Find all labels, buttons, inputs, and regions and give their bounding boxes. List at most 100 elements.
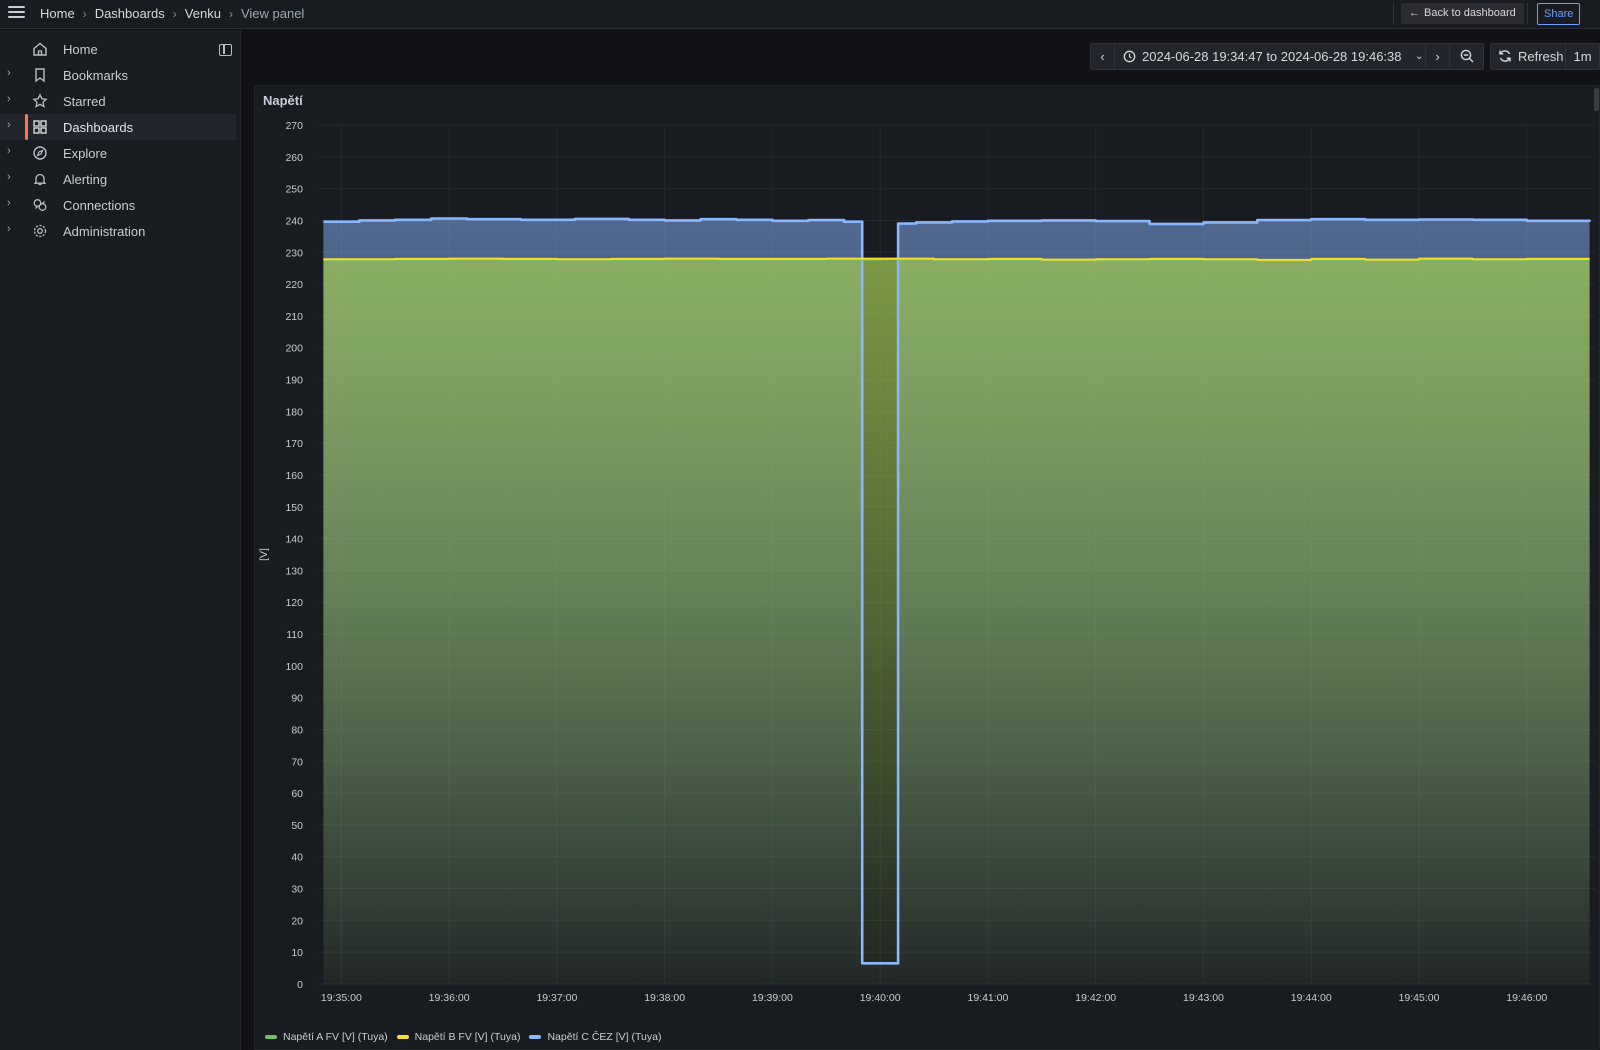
y-tick-label: 130 <box>285 565 303 577</box>
share-button[interactable]: Share <box>1537 3 1581 25</box>
x-tick-label: 19:43:00 <box>1183 992 1224 1004</box>
x-tick-label: 19:46:00 <box>1506 992 1547 1004</box>
y-tick-label: 50 <box>291 820 303 832</box>
menu-icon[interactable] <box>8 6 26 20</box>
back-to-dashboard-button[interactable]: ← Back to dashboard <box>1401 3 1524 24</box>
refresh-interval-dropdown[interactable]: 1m <box>1565 44 1599 69</box>
x-tick-label: 19:41:00 <box>967 992 1008 1004</box>
divider <box>1393 3 1394 25</box>
x-tick-label: 19:39:00 <box>752 992 793 1004</box>
series-line <box>323 257 1590 261</box>
y-tick-label: 210 <box>285 311 303 323</box>
y-tick-label: 110 <box>286 629 303 641</box>
chart-legend: Napětí A FV [V] (Tuya) Napětí B FV [V] (T… <box>265 1031 670 1043</box>
y-tick-label: 40 <box>291 852 303 864</box>
refresh-icon <box>1499 50 1511 62</box>
zoom-out-icon <box>1460 49 1473 63</box>
breadcrumb-venku[interactable]: Venku <box>185 6 221 21</box>
sidebar-item-label: Bookmarks <box>63 68 129 83</box>
sidebar-item-connections[interactable]: › Connections <box>0 192 236 218</box>
divider <box>1527 3 1528 25</box>
legend-label: Napětí B FV [V] (Tuya) <box>414 1031 521 1043</box>
y-tick-label: 100 <box>285 661 303 673</box>
x-tick-label: 19:37:00 <box>536 992 577 1004</box>
home-icon <box>33 42 47 56</box>
time-picker: ‹ 2024-06-28 19:34:47 to 2024-06-28 19:4… <box>1090 43 1484 70</box>
clock-icon <box>1123 50 1136 63</box>
y-tick-label: 90 <box>291 693 303 705</box>
y-tick-label: 220 <box>285 279 303 291</box>
breadcrumb-dashboards[interactable]: Dashboards <box>95 6 165 21</box>
sidebar-item-bookmarks[interactable]: › Bookmarks <box>0 62 236 88</box>
sidebar-item-label: Administration <box>63 224 146 239</box>
legend-swatch <box>396 1035 409 1039</box>
sidebar-item-alerting[interactable]: › Alerting <box>0 166 236 192</box>
sidebar-item-label: Starred <box>63 94 106 109</box>
chevron-right-icon: › <box>172 6 177 21</box>
sidebar-item-label: Explore <box>63 146 108 161</box>
chevron-right-icon: › <box>228 6 233 21</box>
panel: Napětí 270 260 250 240 230 220 210 200 190 180 170… <box>254 85 1600 1050</box>
gear-icon <box>33 224 47 238</box>
breadcrumb: Home › Dashboards › Venku › View panel <box>40 6 304 21</box>
sidebar-item-label: Connections <box>63 198 136 213</box>
y-tick-label: 230 <box>285 247 303 259</box>
y-tick-label: 250 <box>285 184 303 196</box>
zoom-out-button[interactable] <box>1449 44 1483 69</box>
series-area <box>323 258 1590 985</box>
x-tick-label: 19:40:00 <box>860 992 901 1004</box>
breadcrumb-home[interactable]: Home <box>40 6 75 21</box>
legend-item[interactable]: Napětí A FV [V] (Tuya) <box>265 1031 388 1043</box>
y-tick-label: 10 <box>291 947 303 959</box>
chevron-right-icon[interactable]: › <box>7 67 11 79</box>
sidebar-item-home[interactable]: Home <box>0 36 236 62</box>
dashboards-icon <box>33 120 47 134</box>
chevron-right-icon: › <box>82 6 87 21</box>
sidebar-item-starred[interactable]: › Starred <box>0 88 236 114</box>
x-tick-label: 19:36:00 <box>429 992 470 1004</box>
y-tick-label: 120 <box>285 597 303 609</box>
sidebar-item-label: Home <box>63 42 98 57</box>
y-tick-label: 160 <box>285 470 303 482</box>
y-tick-label: 140 <box>285 534 303 546</box>
chevron-right-icon[interactable]: › <box>7 119 11 131</box>
y-tick-label: 150 <box>285 502 303 514</box>
top-bar: Home › Dashboards › Venku › View panel ←… <box>0 0 1600 29</box>
time-range-forward-button[interactable]: › <box>1425 44 1449 69</box>
x-tick-label: 19:42:00 <box>1075 992 1116 1004</box>
x-tick-label: 19:38:00 <box>644 992 685 1004</box>
arrow-left-icon: ← <box>1409 7 1420 19</box>
refresh-label: Refresh <box>1518 49 1564 64</box>
legend-item[interactable]: Napětí B FV [V] (Tuya) <box>396 1031 521 1043</box>
chevron-right-icon[interactable]: › <box>7 197 11 209</box>
sidebar-item-dashboards[interactable]: › Dashboards <box>0 114 236 140</box>
sidebar-item-administration[interactable]: › Administration <box>0 218 236 244</box>
bell-icon <box>33 173 47 186</box>
legend-label: Napětí C ČEZ [V] (Tuya) <box>547 1031 662 1043</box>
chevron-right-icon[interactable]: › <box>7 223 11 235</box>
legend-label: Napětí A FV [V] (Tuya) <box>283 1031 388 1043</box>
y-tick-label: 240 <box>285 215 303 227</box>
compass-icon <box>33 146 47 160</box>
y-tick-label: 180 <box>285 406 303 418</box>
star-icon <box>32 93 48 108</box>
refresh-picker: Refresh 1m <box>1490 43 1600 70</box>
time-range-back-button[interactable]: ‹ <box>1091 44 1115 69</box>
time-range-label: 2024-06-28 19:34:47 to 2024-06-28 19:46:… <box>1142 49 1402 64</box>
y-tick-label: 70 <box>291 756 303 768</box>
chevron-right-icon: › <box>1435 49 1440 64</box>
sidebar-item-explore[interactable]: › Explore <box>0 140 236 166</box>
y-axis-label: [V] <box>258 548 270 561</box>
refresh-button[interactable]: Refresh <box>1491 44 1565 69</box>
legend-item[interactable]: Napětí C ČEZ [V] (Tuya) <box>529 1031 661 1043</box>
y-tick-label: 200 <box>285 343 303 355</box>
chevron-right-icon[interactable]: › <box>7 171 11 183</box>
time-range-picker-button[interactable]: 2024-06-28 19:34:47 to 2024-06-28 19:46:… <box>1115 44 1437 69</box>
sidebar: Home › Bookmarks › Starred › Dashboards › Explor… <box>0 30 241 1050</box>
chevron-left-icon: ‹ <box>1100 49 1105 64</box>
chevron-right-icon[interactable]: › <box>7 93 11 105</box>
chevron-right-icon[interactable]: › <box>7 145 11 157</box>
x-tick-label: 19:44:00 <box>1291 992 1332 1004</box>
voltage-chart[interactable]: 2702602502402302202102001901801701601501… <box>255 86 1600 1026</box>
chevron-down-icon: ⌄ <box>1415 51 1424 62</box>
